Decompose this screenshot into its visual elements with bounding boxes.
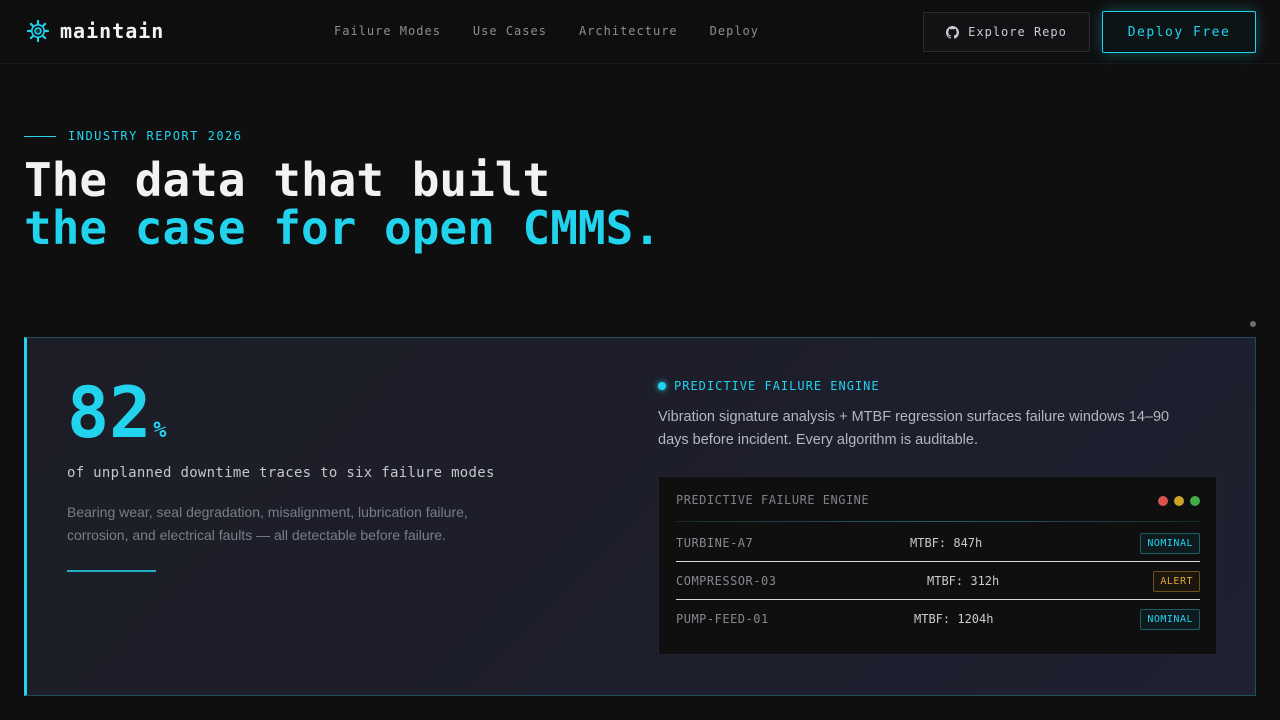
- nav-links: Failure Modes Use Cases Architecture Dep…: [334, 24, 791, 38]
- page: maintain Failure Modes Use Cases Archite…: [0, 0, 1280, 720]
- status-dot-icon: [658, 382, 666, 390]
- hero-title-line1: The data that built: [24, 153, 551, 207]
- brand-name: maintain: [60, 19, 165, 43]
- stat-unit: %: [153, 418, 167, 443]
- window-controls: [1152, 496, 1200, 506]
- nav-link-deploy[interactable]: Deploy: [710, 24, 759, 38]
- nav-link-failure-modes[interactable]: Failure Modes: [334, 24, 441, 38]
- nav-link-use-cases[interactable]: Use Cases: [473, 24, 547, 38]
- pager-dot[interactable]: [1250, 321, 1256, 327]
- hero-title-line2: the case for open CMMS.: [24, 201, 661, 255]
- asset-name: COMPRESSOR-03: [676, 574, 777, 588]
- eyebrow-rule: [24, 135, 56, 137]
- hero-title: The data that built the case for open CM…: [24, 156, 661, 252]
- status-badge: NOMINAL: [1140, 533, 1200, 554]
- terminal-title: PREDICTIVE FAILURE ENGINE: [676, 493, 870, 507]
- explore-repo-button[interactable]: Explore Repo: [923, 12, 1090, 52]
- status-badge: ALERT: [1153, 571, 1200, 592]
- asset-mtbf: MTBF: 312h: [927, 574, 1000, 588]
- maximize-dot-icon: [1190, 496, 1200, 506]
- top-nav: maintain Failure Modes Use Cases Archite…: [0, 0, 1280, 64]
- stat-description: Bearing wear, seal degradation, misalign…: [67, 504, 468, 543]
- nav-link-architecture[interactable]: Architecture: [579, 24, 678, 38]
- eyebrow: INDUSTRY REPORT 2026: [24, 129, 243, 143]
- close-dot-icon: [1158, 496, 1168, 506]
- brand[interactable]: maintain: [26, 19, 164, 43]
- stat-caption: of unplanned downtime traces to six fail…: [67, 465, 495, 481]
- asset-name: PUMP-FEED-01: [676, 612, 769, 626]
- terminal-divider: [676, 521, 1200, 522]
- terminal-panel: PREDICTIVE FAILURE ENGINE TURBINE-A7 MTB…: [658, 476, 1217, 655]
- feature-label-text: PREDICTIVE FAILURE ENGINE: [674, 379, 880, 393]
- asset-mtbf: MTBF: 847h: [910, 536, 983, 550]
- deploy-free-label: Deploy Free: [1127, 24, 1231, 40]
- feature-label: PREDICTIVE FAILURE ENGINE: [658, 379, 880, 393]
- eyebrow-text: INDUSTRY REPORT 2026: [68, 129, 243, 143]
- feature-description: Vibration signature analysis + MTBF regr…: [658, 409, 1170, 448]
- stat-value: 82%: [67, 378, 167, 448]
- minimize-dot-icon: [1174, 496, 1184, 506]
- asset-mtbf: MTBF: 1204h: [914, 612, 994, 626]
- stat-value-number: 82: [67, 372, 152, 454]
- gear-icon: [26, 19, 50, 43]
- github-icon: [946, 25, 960, 39]
- explore-repo-label: Explore Repo: [968, 25, 1067, 39]
- stat-card: 82% of unplanned downtime traces to six …: [24, 337, 1256, 696]
- table-row: PUMP-FEED-01 MTBF: 1204h NOMINAL: [676, 600, 1200, 638]
- deploy-free-button[interactable]: Deploy Free: [1102, 11, 1256, 53]
- asset-name: TURBINE-A7: [676, 536, 754, 550]
- stat-divider: [67, 570, 156, 572]
- table-row: COMPRESSOR-03 MTBF: 312h ALERT: [676, 562, 1200, 600]
- table-row: TURBINE-A7 MTBF: 847h NOMINAL: [676, 524, 1200, 562]
- status-badge: NOMINAL: [1140, 609, 1200, 630]
